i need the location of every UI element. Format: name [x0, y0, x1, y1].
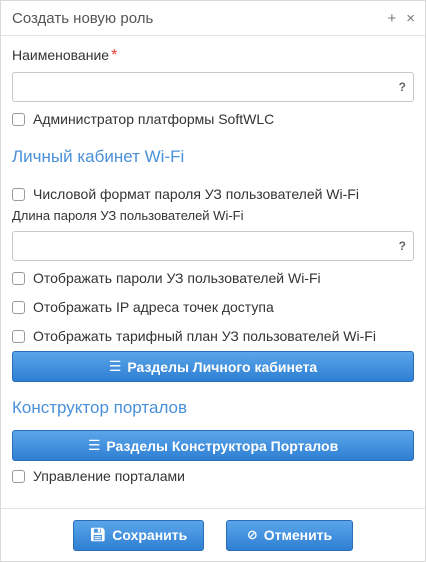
show-ap-ip-row[interactable]: Отображать IP адреса точек доступа — [12, 299, 414, 315]
cabinet-sections-button-label: Разделы Личного кабинета — [127, 358, 318, 375]
menu-icon: ☰ — [87, 437, 101, 453]
manage-portals-row[interactable]: Управление порталами — [12, 468, 414, 484]
manage-portals-label: Управление порталами — [33, 468, 186, 484]
name-input-wrapper: ? — [12, 72, 414, 102]
constructor-sections-button[interactable]: ☰ Разделы Конструктора Порталов — [12, 430, 414, 461]
menu-icon: ☰ — [108, 358, 122, 374]
add-icon[interactable]: + — [387, 11, 396, 26]
show-passwords-checkbox[interactable] — [12, 271, 25, 285]
create-role-dialog: Создать новую роль + × Наименование * ? А… — [0, 0, 426, 562]
numeric-password-row[interactable]: Числовой формат пароля УЗ пользователей … — [12, 186, 414, 202]
required-mark: * — [111, 47, 118, 64]
constructor-section-title: Конструктор порталов — [12, 398, 188, 417]
show-tariff-label: Отображать тарифный план УЗ пользователе… — [33, 328, 376, 344]
cabinet-section-title: Личный кабинет Wi-Fi — [12, 147, 185, 166]
dialog-footer: 💾︎ Сохранить ⊘ Отменить — [1, 508, 425, 561]
dialog-body: Наименование * ? Администратор платформы … — [1, 36, 425, 484]
admin-checkbox[interactable] — [12, 112, 25, 126]
cancel-button-label: Отменить — [263, 527, 333, 543]
show-ap-ip-label: Отображать IP адреса точек доступа — [33, 299, 274, 315]
numeric-password-label: Числовой формат пароля УЗ пользователей … — [33, 186, 359, 202]
password-length-input[interactable] — [13, 232, 413, 260]
dialog-title: Создать новую роль — [12, 9, 154, 27]
cabinet-sections-button[interactable]: ☰ Разделы Личного кабинета — [12, 351, 414, 382]
save-button-label: Сохранить — [112, 527, 188, 543]
save-button[interactable]: 💾︎ Сохранить — [73, 519, 204, 551]
admin-checkbox-row[interactable]: Администратор платформы SoftWLC — [12, 111, 414, 127]
password-length-help-icon[interactable]: ? — [399, 239, 406, 253]
floppy-disk-icon: 💾︎ — [89, 527, 107, 542]
dialog-header: Создать новую роль + × — [1, 1, 425, 36]
show-ap-ip-checkbox[interactable] — [12, 300, 25, 314]
name-help-icon[interactable]: ? — [399, 80, 406, 94]
admin-checkbox-label: Администратор платформы SoftWLC — [33, 111, 275, 127]
show-tariff-row[interactable]: Отображать тарифный план УЗ пользователе… — [12, 328, 414, 344]
ban-icon: ⊘ — [246, 527, 258, 542]
password-length-label: Длина пароля УЗ пользователей Wi-Fi — [12, 208, 244, 223]
cancel-button[interactable]: ⊘ Отменить — [226, 519, 353, 551]
close-icon[interactable]: × — [406, 11, 415, 26]
name-label: Наименование — [12, 47, 110, 63]
password-length-wrapper: ? — [12, 231, 414, 261]
show-passwords-label: Отображать пароли УЗ пользователей Wi-Fi — [33, 270, 321, 286]
name-input[interactable] — [13, 73, 413, 101]
numeric-password-checkbox[interactable] — [12, 187, 25, 201]
show-tariff-checkbox[interactable] — [12, 329, 25, 343]
manage-portals-checkbox[interactable] — [12, 469, 25, 483]
show-passwords-row[interactable]: Отображать пароли УЗ пользователей Wi-Fi — [12, 270, 414, 286]
constructor-sections-button-label: Разделы Конструктора Порталов — [106, 437, 339, 454]
